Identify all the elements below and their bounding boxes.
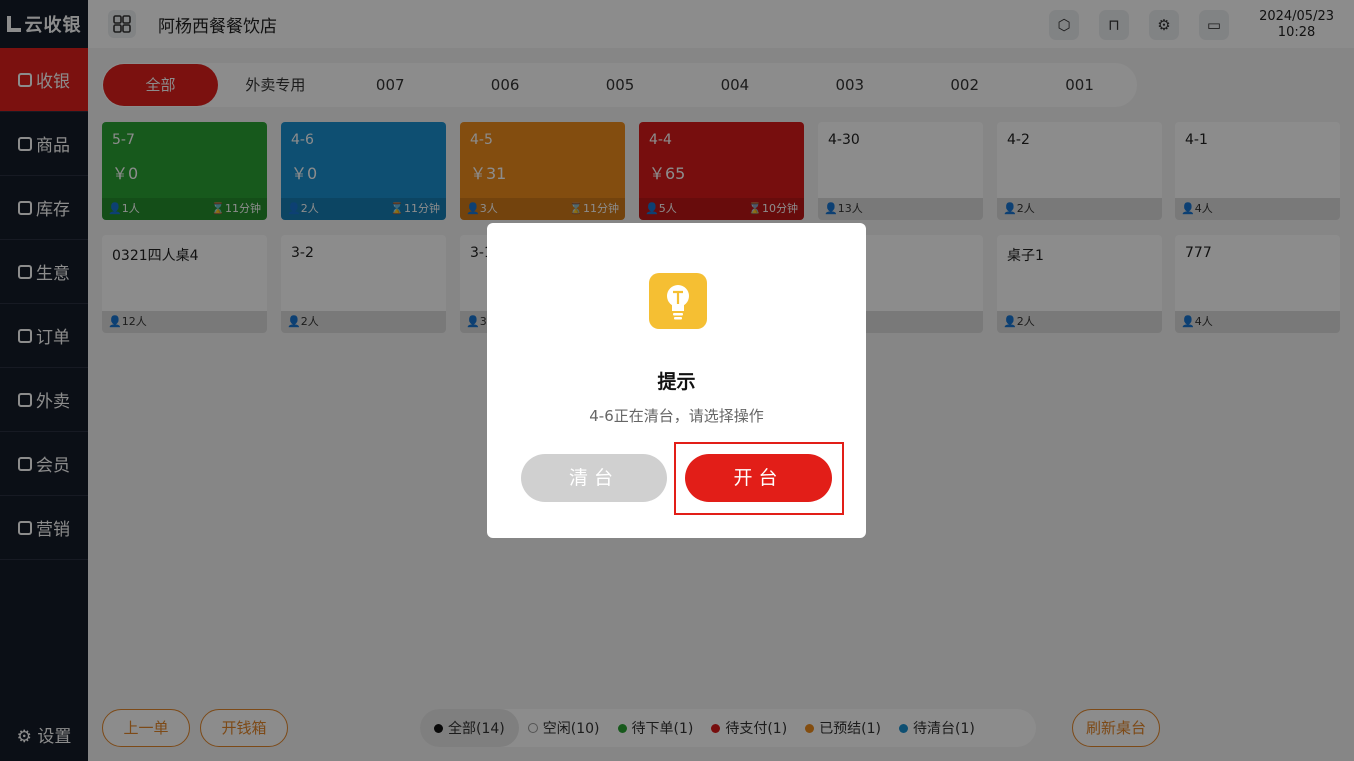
prompt-dialog: 提示 4-6正在清台，请选择操作 清台 开台: [487, 223, 866, 538]
lightbulb-icon: [649, 273, 707, 329]
highlight-box: [674, 442, 844, 515]
dialog-message: 4-6正在清台，请选择操作: [589, 407, 764, 425]
dialog-title: 提示: [657, 371, 696, 393]
clear-table-button[interactable]: 清台: [521, 454, 667, 502]
